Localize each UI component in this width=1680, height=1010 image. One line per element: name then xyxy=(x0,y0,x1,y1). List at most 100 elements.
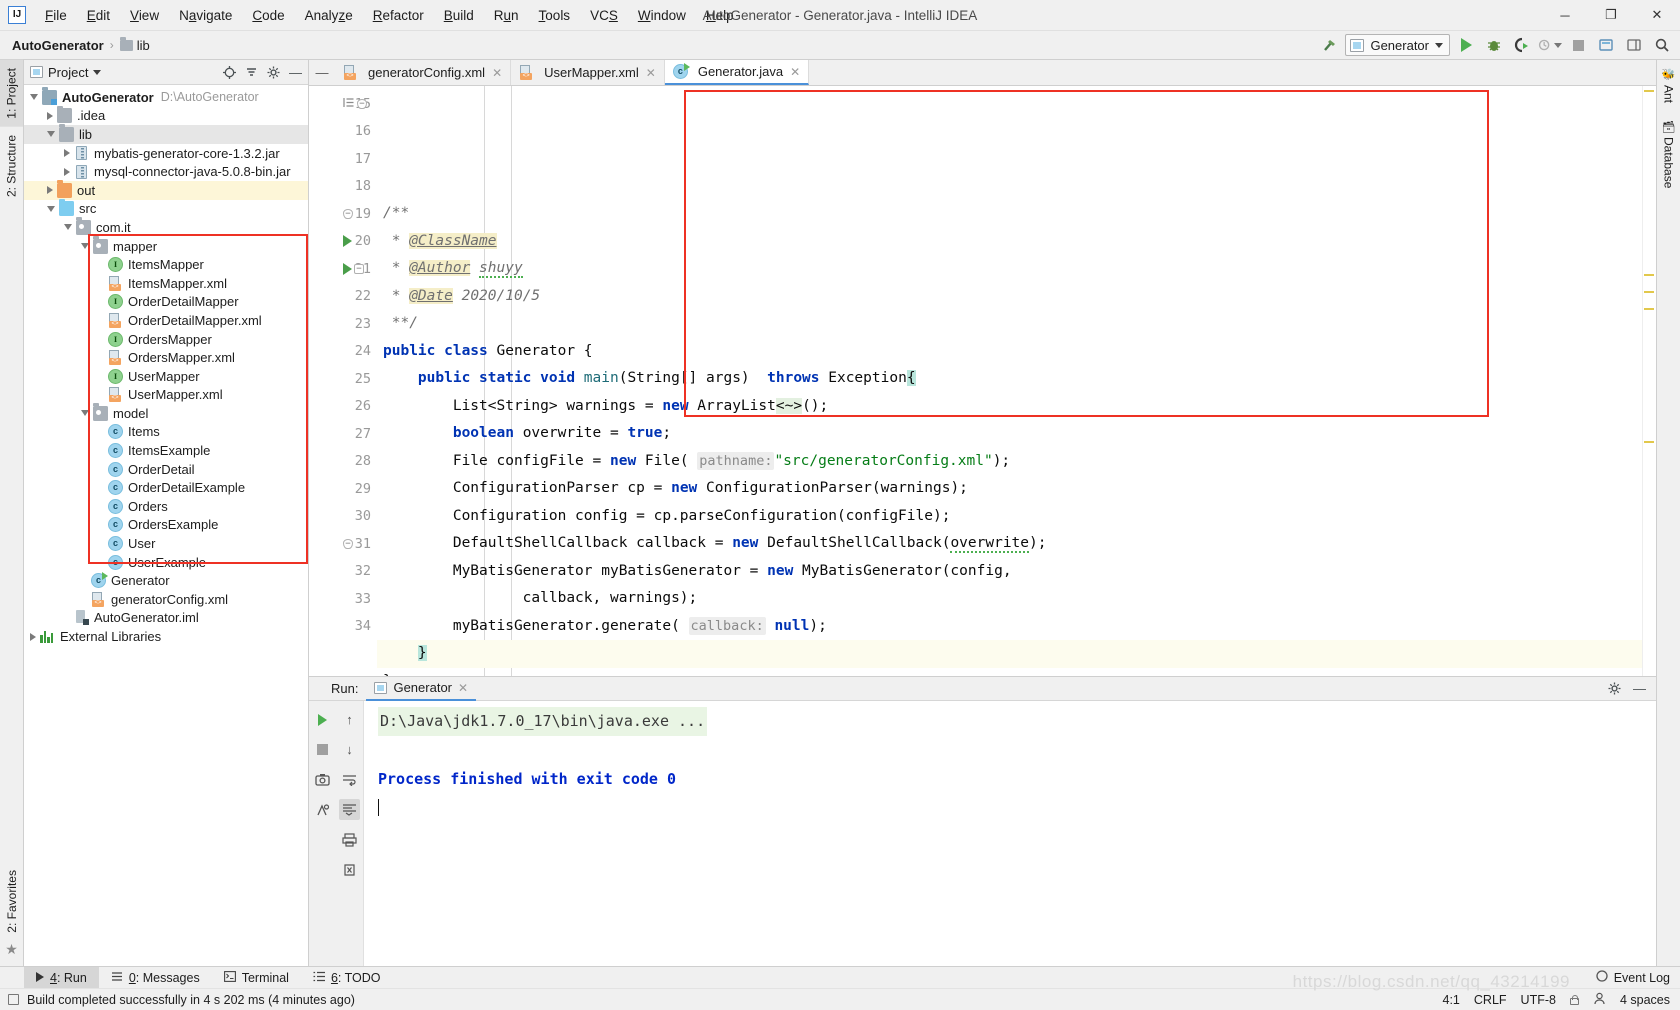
console-output[interactable]: D:\Java\jdk1.7.0_17\bin\java.exe ... Pro… xyxy=(364,701,1656,966)
code-line[interactable]: **/ xyxy=(377,310,1642,338)
tree-item-com-it[interactable]: com.it xyxy=(24,217,308,237)
menu-file[interactable]: File xyxy=(35,4,77,27)
tree-item-userexample[interactable]: c UserExample xyxy=(24,553,308,572)
status-tab-0-messages[interactable]: 0: Messages xyxy=(99,967,212,988)
fold-gutter-icon[interactable]: − xyxy=(343,538,353,549)
gear-icon[interactable] xyxy=(1606,680,1623,697)
minimize-button[interactable]: ─ xyxy=(1542,0,1588,31)
maximize-button[interactable]: ❐ xyxy=(1588,0,1634,31)
hide-icon[interactable]: — xyxy=(1631,680,1648,697)
menu-help[interactable]: Help xyxy=(696,4,744,27)
line-separator[interactable]: CRLF xyxy=(1474,993,1507,1007)
tree-item-mysql-connector-java-5-0-8-bin-jar[interactable]: mysql-connector-java-5.0.8-bin.jar xyxy=(24,162,308,181)
tree-item-orderdetailmapper-xml[interactable]: <> OrderDetailMapper.xml xyxy=(24,311,308,330)
tree-item-idea[interactable]: .idea xyxy=(24,105,308,126)
chevron-down-icon[interactable] xyxy=(81,410,89,417)
code-line[interactable]: * @Author shuyy xyxy=(377,255,1642,283)
close-icon[interactable]: ✕ xyxy=(492,66,502,80)
sidebar-item-database[interactable]: 🗃 Database xyxy=(1657,111,1680,196)
debug-button[interactable] xyxy=(1482,34,1506,56)
menu-build[interactable]: Build xyxy=(434,4,484,27)
line-number[interactable]: −15 xyxy=(309,90,377,118)
menu-analyze[interactable]: Analyze xyxy=(295,4,363,27)
editor-tab-usermapper-xml[interactable]: <> UserMapper.xml ✕ xyxy=(511,60,665,85)
sidebar-item-project[interactable]: 1: Project xyxy=(0,60,23,127)
line-number[interactable]: 25 xyxy=(309,365,377,393)
clear-all-icon[interactable] xyxy=(339,859,360,880)
code-line[interactable]: ConfigurationParser cp = new Configurati… xyxy=(377,475,1642,503)
fold-gutter-icon[interactable]: − xyxy=(343,208,353,219)
tree-item-items[interactable]: c Items xyxy=(24,423,308,442)
scroll-to-end-icon[interactable] xyxy=(339,799,360,820)
status-tab-4-run[interactable]: 4: Run xyxy=(24,967,99,988)
fold-gutter-icon[interactable]: − xyxy=(357,98,367,109)
lock-icon[interactable] xyxy=(1569,994,1579,1005)
gear-icon[interactable] xyxy=(265,64,282,81)
chevron-down-icon[interactable] xyxy=(47,131,55,138)
code-line[interactable]: public class Generator { xyxy=(377,338,1642,366)
chevron-down-icon[interactable] xyxy=(93,69,102,75)
tree-item-src[interactable]: src xyxy=(24,198,308,219)
menu-refactor[interactable]: Refactor xyxy=(363,4,434,27)
code-line[interactable]: List<String> warnings = new ArrayList<~>… xyxy=(377,393,1642,421)
print-icon[interactable] xyxy=(339,829,360,850)
menu-window[interactable]: Window xyxy=(628,4,696,27)
line-number[interactable]: 23 xyxy=(309,310,377,338)
editor-tab-generator-java[interactable]: c Generator.java ✕ xyxy=(664,60,810,85)
line-number[interactable]: 17 xyxy=(309,145,377,173)
line-number[interactable]: 16 xyxy=(309,118,377,146)
code-line[interactable]: myBatisGenerator.generate( callback: nul… xyxy=(377,613,1642,641)
menu-run[interactable]: Run xyxy=(484,4,529,27)
code-content[interactable]: /** * @ClassName * @Author shuyy * @Date… xyxy=(377,86,1642,676)
stop-icon[interactable] xyxy=(312,739,333,760)
run-with-coverage-button[interactable] xyxy=(1510,34,1534,56)
code-line[interactable]: /** xyxy=(377,200,1642,228)
project-tree[interactable]: AutoGenerator D:\AutoGenerator .idea lib myb… xyxy=(24,85,308,966)
tree-item-mybatis-generator-core-1-3-2-jar[interactable]: mybatis-generator-core-1.3.2.jar xyxy=(24,144,308,163)
menu-navigate[interactable]: Navigate xyxy=(169,4,242,27)
code-line[interactable]: * @Date 2020/10/5 xyxy=(377,283,1642,311)
run-button[interactable] xyxy=(1454,34,1478,56)
line-number[interactable]: −31 xyxy=(309,530,377,558)
close-button[interactable]: ✕ xyxy=(1634,0,1680,31)
close-icon[interactable]: ✕ xyxy=(646,66,656,80)
line-number[interactable]: −19 xyxy=(309,200,377,228)
tree-item-itemsmapper-xml[interactable]: <> ItemsMapper.xml xyxy=(24,274,308,293)
tree-item-mapper[interactable]: mapper xyxy=(24,236,308,256)
tree-item-generator[interactable]: c Generator xyxy=(24,571,308,590)
chevron-right-icon[interactable] xyxy=(64,167,70,176)
screenshot-icon[interactable] xyxy=(312,769,333,790)
locate-icon[interactable] xyxy=(221,64,238,81)
chevron-down-icon[interactable] xyxy=(64,224,72,231)
code-line[interactable]: MyBatisGenerator myBatisGenerator = new … xyxy=(377,558,1642,586)
status-tab-6-todo[interactable]: 6: TODO xyxy=(301,967,393,988)
menu-code[interactable]: Code xyxy=(242,4,294,27)
line-number[interactable]: 28 xyxy=(309,448,377,476)
line-number[interactable]: 34 xyxy=(309,613,377,641)
hide-editor-tabs-icon[interactable]: — xyxy=(309,60,335,85)
inspections-icon[interactable] xyxy=(1593,992,1606,1008)
menu-vcs[interactable]: VCS xyxy=(580,4,628,27)
event-log-label[interactable]: Event Log xyxy=(1614,971,1670,985)
fold-gutter-icon[interactable]: − xyxy=(354,263,364,274)
code-line[interactable]: DefaultShellCallback callback = new Defa… xyxy=(377,530,1642,558)
line-number[interactable]: 18 xyxy=(309,173,377,201)
line-number[interactable]: 24 xyxy=(309,338,377,366)
indent-setting[interactable]: 4 spaces xyxy=(1620,993,1670,1007)
sidebar-item-favorites[interactable]: 2: Favorites xyxy=(1,862,23,941)
line-number[interactable]: 32 xyxy=(309,558,377,586)
line-number[interactable]: 27 xyxy=(309,420,377,448)
line-number[interactable]: 33 xyxy=(309,585,377,613)
run-gutter-icon[interactable] xyxy=(343,235,352,248)
hide-icon[interactable]: — xyxy=(287,64,304,81)
line-number[interactable]: 26 xyxy=(309,393,377,421)
caret-position[interactable]: 4:1 xyxy=(1443,993,1460,1007)
collapse-all-icon[interactable] xyxy=(243,64,260,81)
soft-wrap-icon[interactable] xyxy=(339,769,360,790)
tree-item-orders[interactable]: c Orders xyxy=(24,497,308,516)
tree-item-ordersexample[interactable]: c OrdersExample xyxy=(24,516,308,535)
line-number[interactable]: 29 xyxy=(309,475,377,503)
up-icon[interactable]: ↑ xyxy=(339,709,360,730)
run-gutter-icon[interactable] xyxy=(343,262,352,275)
chevron-down-icon[interactable] xyxy=(47,205,55,212)
